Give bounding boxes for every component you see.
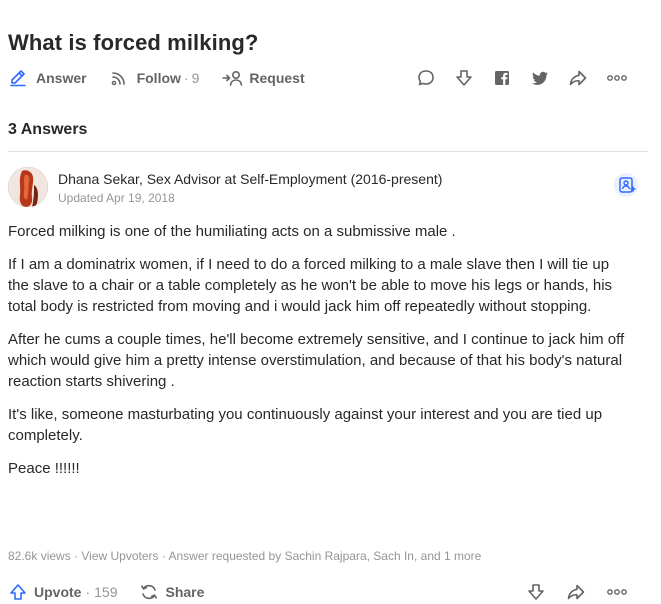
answer-meta[interactable]: 82.6k views · View Upvoters · Answer req… bbox=[8, 549, 481, 563]
share-answer-button[interactable]: Share bbox=[139, 582, 204, 602]
answer-paragraph: If I am a dominatrix women, if I need to… bbox=[8, 256, 613, 315]
answer-date[interactable]: Updated Apr 19, 2018 bbox=[58, 191, 175, 205]
share-icon[interactable] bbox=[566, 582, 586, 602]
wifi-follow-icon bbox=[109, 68, 129, 88]
pencil-icon bbox=[8, 68, 28, 88]
follow-count: 9 bbox=[191, 70, 200, 86]
divider bbox=[8, 151, 648, 152]
answer-actions: Upvote · 159 Share bbox=[8, 580, 628, 604]
upvote-separator: · bbox=[85, 584, 91, 600]
answer-author-header: Dhana Sekar, Sex Advisor at Self-Employm… bbox=[8, 165, 638, 209]
answer-button[interactable]: Answer bbox=[8, 68, 87, 88]
answer-secondary-actions bbox=[506, 580, 628, 604]
share-icon[interactable] bbox=[568, 68, 588, 88]
request-label: Request bbox=[249, 70, 305, 86]
follow-label: Follow bbox=[136, 70, 181, 86]
answer-body: Forced milking is one of the humiliating… bbox=[8, 221, 633, 491]
request-button[interactable]: Request bbox=[221, 68, 305, 88]
upvote-icon bbox=[8, 582, 28, 602]
question-secondary-actions bbox=[398, 66, 628, 90]
share-label: Share bbox=[165, 584, 205, 600]
facebook-icon[interactable] bbox=[492, 68, 512, 88]
answer-paragraph: It's like, someone masturbating you cont… bbox=[8, 406, 603, 444]
share-cycle-icon bbox=[139, 582, 159, 602]
answer-paragraph: After he cums a couple times, he'll beco… bbox=[8, 331, 625, 390]
answer-paragraph: Forced milking is one of the humiliating… bbox=[8, 223, 456, 240]
follow-separator: · bbox=[183, 70, 189, 86]
upvote-button[interactable]: Upvote · 159 bbox=[8, 582, 117, 602]
more-icon[interactable] bbox=[606, 68, 628, 88]
question-actions: Answer Follow · 9 Request bbox=[8, 66, 628, 90]
answers-count-heading: 3 Answers bbox=[8, 121, 88, 138]
downvote-icon[interactable] bbox=[526, 582, 546, 602]
upvote-count: 159 bbox=[94, 584, 118, 600]
follow-author-icon[interactable] bbox=[614, 173, 638, 197]
downvote-icon[interactable] bbox=[454, 68, 474, 88]
answer-paragraph: Peace !!!!!! bbox=[8, 460, 80, 477]
follow-button[interactable]: Follow · 9 bbox=[109, 68, 200, 88]
question-title[interactable]: What is forced milking? bbox=[8, 30, 258, 56]
avatar[interactable] bbox=[8, 167, 48, 207]
request-arrow-person-icon bbox=[221, 68, 243, 88]
answer-label: Answer bbox=[36, 70, 87, 86]
upvote-label: Upvote bbox=[34, 584, 82, 600]
comment-icon[interactable] bbox=[416, 68, 436, 88]
author-credential[interactable]: Dhana Sekar, Sex Advisor at Self-Employm… bbox=[58, 171, 442, 187]
twitter-icon[interactable] bbox=[530, 68, 550, 88]
more-icon[interactable] bbox=[606, 582, 628, 602]
